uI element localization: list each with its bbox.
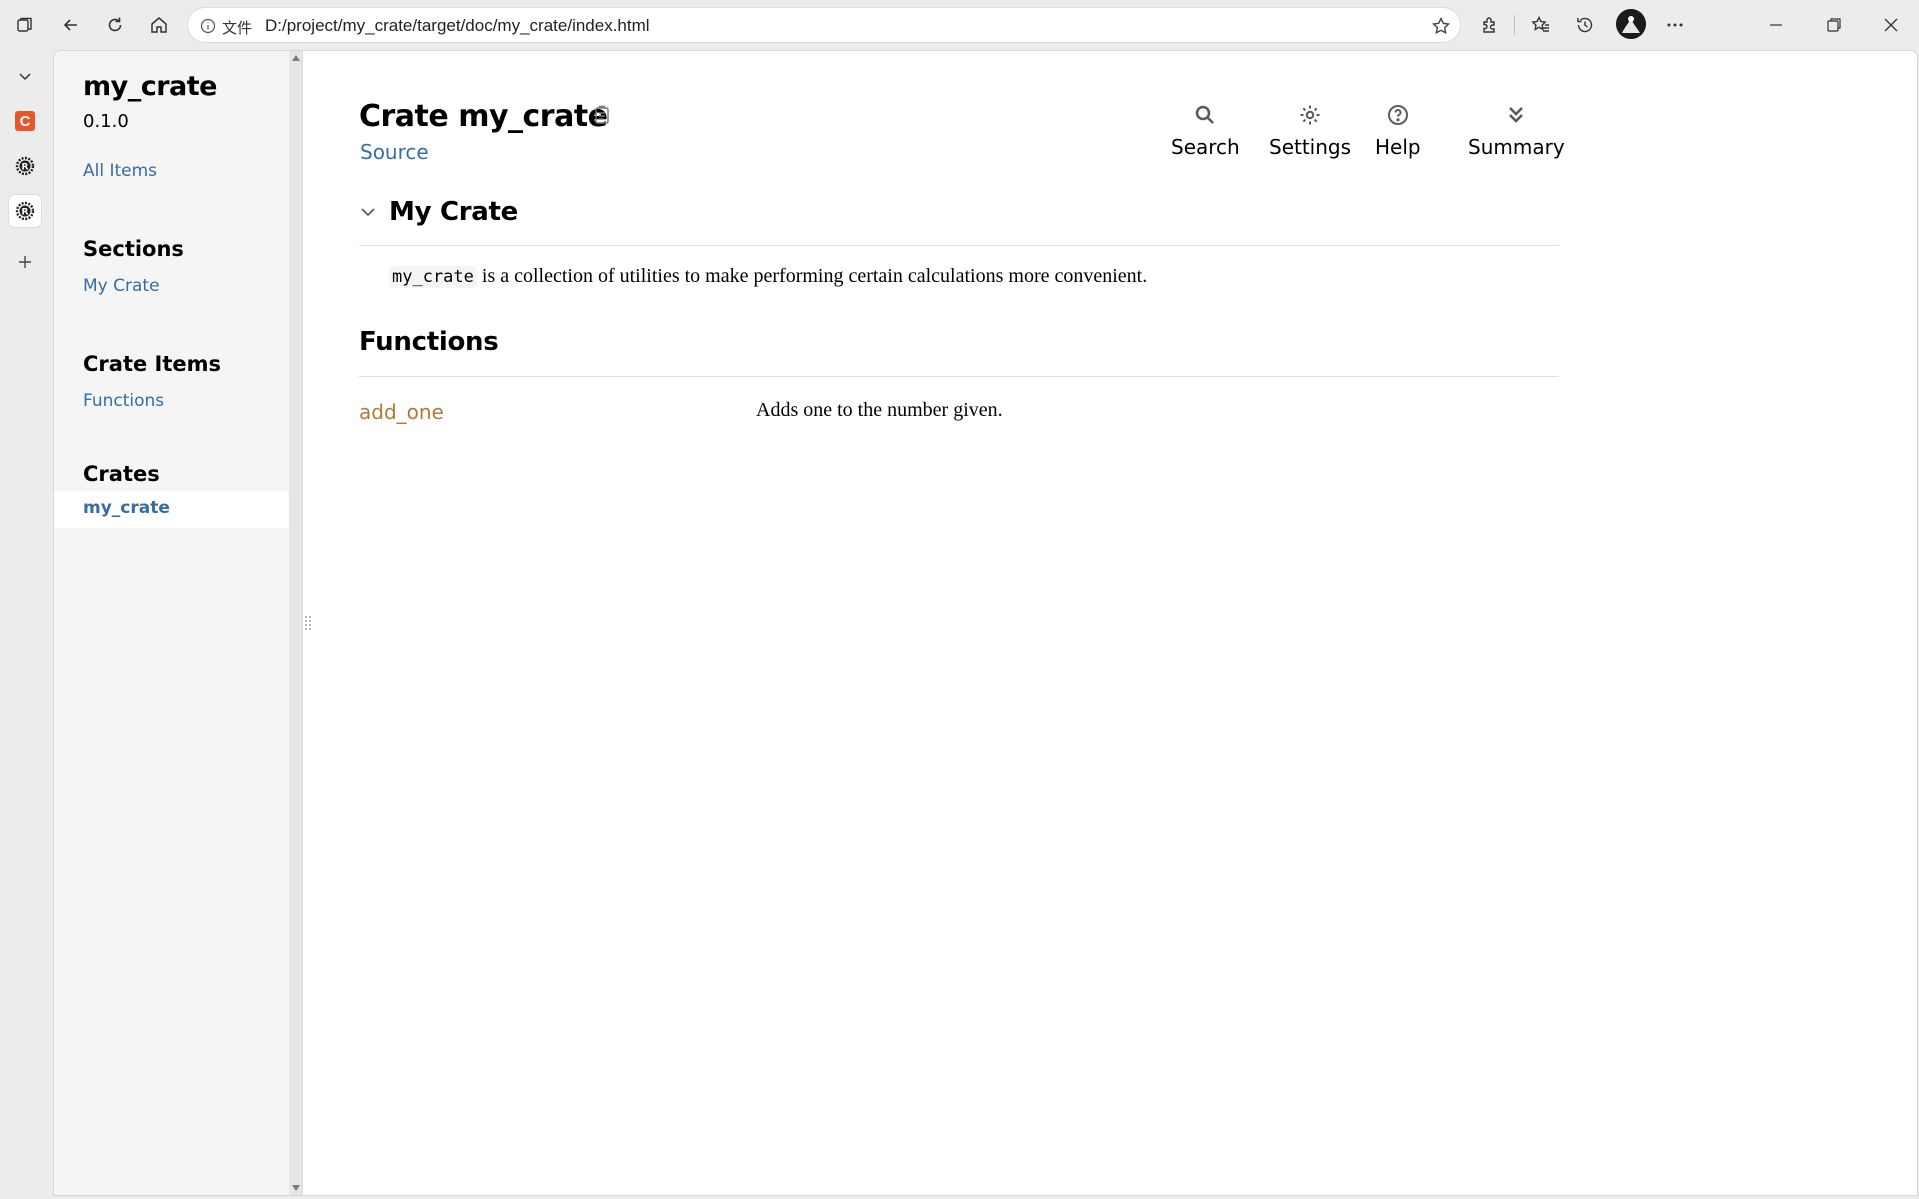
c-icon: C: [15, 111, 35, 131]
inline-code: my_crate: [389, 266, 477, 288]
toolbar-separator: [1514, 15, 1515, 35]
sidebar-crate-version: 0.1.0: [83, 111, 129, 132]
tab-rust-docs-2[interactable]: R: [9, 195, 41, 227]
search-button[interactable]: Search: [1171, 103, 1240, 159]
sidebar-sections-heading: Sections: [83, 237, 184, 261]
home-icon[interactable]: [145, 11, 173, 39]
favorite-star-icon[interactable]: [1428, 13, 1454, 39]
plus-icon: [19, 256, 31, 268]
source-link[interactable]: Source: [360, 140, 429, 164]
help-button[interactable]: Help: [1375, 103, 1421, 159]
rust-icon: R: [15, 201, 35, 221]
browser-toolbar: 文件 D:/project/my_crate/target/doc/my_cra…: [0, 0, 1919, 50]
extensions-icon[interactable]: [1476, 11, 1504, 39]
scroll-up-arrow-icon[interactable]: [292, 55, 300, 61]
chevron-down-icon: [19, 73, 31, 81]
site-info-icon[interactable]: [196, 14, 220, 38]
help-button-label: Help: [1375, 135, 1421, 159]
settings-button[interactable]: Settings: [1269, 103, 1351, 159]
address-url[interactable]: D:/project/my_crate/target/doc/my_crate/…: [265, 16, 650, 36]
sidebar-resize-handle[interactable]: [304, 614, 312, 632]
sidebar-scrollbar[interactable]: [289, 51, 303, 1195]
summary-button-label: Summary: [1468, 135, 1565, 159]
minimize-icon[interactable]: [1762, 11, 1790, 39]
favorites-icon[interactable]: [1527, 11, 1555, 39]
collapse-tabs-button[interactable]: [9, 60, 41, 92]
summary-button[interactable]: Summary: [1468, 103, 1565, 159]
page-viewport: my_crate 0.1.0 All Items Sections My Cra…: [53, 50, 1918, 1196]
settings-button-label: Settings: [1269, 135, 1352, 159]
sidebar-current-crate-label[interactable]: my_crate: [83, 498, 170, 518]
search-icon: [1196, 105, 1215, 124]
vertical-tab-strip: C R R: [0, 50, 50, 1199]
refresh-icon[interactable]: [101, 11, 129, 39]
function-description: Adds one to the number given.: [756, 399, 1003, 421]
function-link-add-one[interactable]: add_one: [359, 400, 444, 424]
sidebar-crate-items-heading: Crate Items: [83, 352, 222, 376]
rust-icon: R: [15, 156, 35, 176]
functions-divider: [359, 376, 1559, 377]
tab-c[interactable]: C: [9, 105, 41, 137]
section-collapse-toggle[interactable]: [359, 203, 377, 221]
back-icon[interactable]: [57, 11, 85, 39]
close-icon[interactable]: [1877, 11, 1905, 39]
copy-path-icon[interactable]: [591, 104, 615, 128]
address-protocol-label: 文件: [222, 19, 253, 37]
history-icon[interactable]: [1571, 11, 1599, 39]
section-heading-functions: Functions: [359, 327, 499, 357]
svg-text:R: R: [22, 163, 29, 173]
sidebar-item-functions[interactable]: Functions: [83, 391, 164, 411]
scroll-down-arrow-icon[interactable]: [292, 1185, 300, 1191]
sidebar-crates-heading: Crates: [83, 462, 160, 486]
profile-avatar[interactable]: [1616, 9, 1646, 39]
svg-text:R: R: [22, 208, 29, 218]
docs-sidebar: my_crate 0.1.0 All Items Sections My Cra…: [54, 51, 289, 1195]
help-icon: [1387, 105, 1408, 125]
double-chevron-down-icon: [1509, 107, 1524, 123]
more-options-icon[interactable]: [1661, 11, 1689, 39]
sidebar-crate-name[interactable]: my_crate: [83, 71, 218, 102]
workspaces-icon[interactable]: [11, 11, 39, 39]
gear-icon: [1300, 105, 1320, 125]
search-button-label: Search: [1171, 135, 1240, 159]
address-bar[interactable]: 文件 D:/project/my_crate/target/doc/my_cra…: [187, 7, 1461, 43]
sidebar-item-my-crate[interactable]: My Crate: [83, 276, 160, 296]
restore-icon[interactable]: [1820, 11, 1848, 39]
new-tab-button[interactable]: [9, 246, 41, 278]
sidebar-all-items-link[interactable]: All Items: [83, 161, 157, 181]
sidebar-item-current-crate[interactable]: my_crate: [54, 491, 289, 528]
section-divider: [359, 245, 1559, 246]
crate-description: my_crate is a collection of utilities to…: [389, 265, 1147, 288]
chevron-down-icon: [361, 208, 375, 217]
page-title: Crate my_crate: [359, 99, 608, 134]
section-heading-my-crate: My Crate: [389, 197, 518, 227]
description-text: is a collection of utilities to make per…: [476, 265, 1148, 287]
tab-rust-docs-1[interactable]: R: [9, 150, 41, 182]
